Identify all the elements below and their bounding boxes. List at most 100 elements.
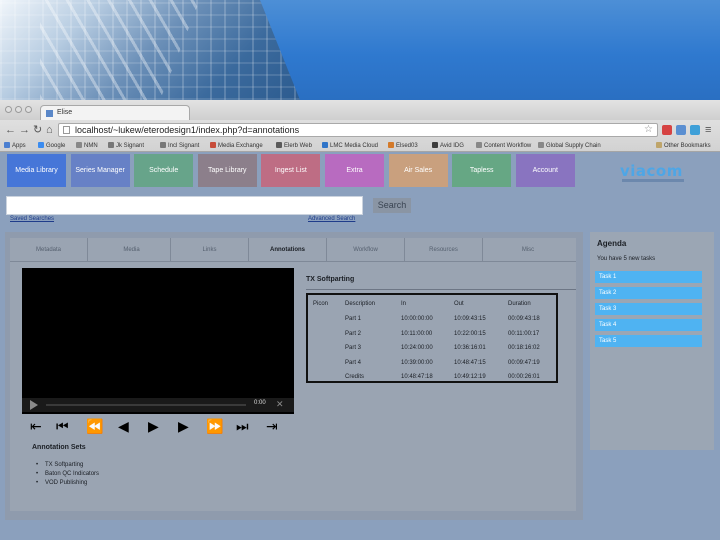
bookmark-icon — [476, 142, 482, 148]
nav-tab-extra[interactable]: Extra — [325, 154, 384, 187]
nav-tab-schedule[interactable]: Schedule — [134, 154, 194, 187]
bookmark-icon — [160, 142, 166, 148]
bookmark-icon — [276, 142, 282, 148]
content-panel: Metadata Media Links Annotations Workflo… — [10, 238, 576, 511]
detail-tabs: Metadata Media Links Annotations Workflo… — [10, 238, 576, 262]
tab-annotations[interactable]: Annotations — [249, 238, 327, 262]
agenda-task-item[interactable]: Task 1 — [595, 271, 702, 283]
minimize-window-button[interactable] — [15, 106, 22, 113]
next-segment-icon[interactable]: ⏭ — [236, 418, 249, 434]
agenda-title: Agenda — [597, 239, 627, 248]
table-row[interactable]: Part 4 10:39:00:00 10:48:47:15 00:09:47:19 — [310, 356, 555, 371]
bookmark-item[interactable]: Incl Signant — [160, 142, 199, 149]
bookmark-item[interactable]: Global Supply Chain — [538, 142, 601, 149]
bookmarks-bar: Apps Google NMN Jk Signant Incl Signant … — [0, 139, 720, 152]
agenda-task-item[interactable]: Task 5 — [595, 335, 702, 347]
mute-icon[interactable]: ✕ — [276, 399, 284, 410]
tab-resources[interactable]: Resources — [405, 238, 483, 262]
apps-icon — [4, 142, 10, 148]
search-button[interactable]: Search — [373, 198, 411, 213]
annotation-set-item[interactable]: TX Softparting — [36, 462, 99, 471]
bookmark-item[interactable]: Elerb Web — [276, 142, 312, 149]
agenda-task-item[interactable]: Task 2 — [595, 287, 702, 299]
browser-tab[interactable]: Elise — [40, 105, 190, 120]
table-row[interactable]: Part 3 10:24:00:00 10:36:16:01 00:18:16:02 — [310, 341, 555, 356]
bookmark-item[interactable]: Elsed03 — [388, 142, 418, 149]
bookmark-item[interactable]: Content Workflow — [476, 142, 531, 149]
close-window-button[interactable] — [5, 106, 12, 113]
annotation-sets-list: TX Softparting Baton QC Indicators VOD P… — [36, 462, 99, 489]
browser-nav-row: ← → ↻ ⌂ localhost/~lukew/eterodesign1/in… — [0, 121, 720, 139]
agenda-task-item[interactable]: Task 4 — [595, 319, 702, 331]
annotation-set-item[interactable]: Baton QC Indicators — [36, 471, 99, 480]
back-arrow-icon[interactable]: ← — [5, 124, 16, 136]
tab-metadata[interactable]: Metadata — [10, 238, 88, 262]
skip-to-end-icon[interactable]: ⇥ — [266, 418, 278, 434]
nav-tab-account[interactable]: Account — [515, 154, 575, 187]
address-bar[interactable]: localhost/~lukew/eterodesign1/index.php?… — [58, 123, 658, 137]
google-icon — [38, 142, 44, 148]
table-row[interactable]: Part 2 10:11:00:00 10:22:00:15 00:11:00:17 — [310, 327, 555, 342]
nav-tab-tapless[interactable]: Tapless — [452, 154, 512, 187]
header-photo — [0, 0, 720, 100]
annotation-set-item[interactable]: VOD Publishing — [36, 480, 99, 489]
bookmark-icon — [388, 142, 394, 148]
bookmark-item[interactable]: Avid IDG — [432, 142, 464, 149]
extension-icon[interactable] — [676, 125, 686, 135]
nav-tab-air-sales[interactable]: Air Sales — [388, 154, 448, 187]
skip-to-start-icon[interactable]: ⇤ — [30, 418, 42, 434]
bookmark-icon — [322, 142, 328, 148]
tab-media[interactable]: Media — [93, 238, 171, 262]
agenda-task-item[interactable]: Task 3 — [595, 303, 702, 315]
bookmark-icon — [538, 142, 544, 148]
favicon-icon — [46, 110, 53, 117]
download-icon[interactable] — [690, 125, 700, 135]
saved-searches-link[interactable]: Saved Searches — [10, 216, 54, 222]
browser-window-chrome: Elise ← → ↻ ⌂ localhost/~lukew/eterodesi… — [0, 100, 720, 152]
table-header-row: Picon Description In Out Duration — [310, 296, 555, 312]
video-progress-bar[interactable] — [46, 404, 246, 406]
bookmark-item[interactable]: Media Exchange — [210, 142, 263, 149]
nav-tab-ingest-list[interactable]: Ingest List — [261, 154, 321, 187]
table-row[interactable]: Credits 10:48:47:18 10:49:12:19 00:00:26:01 — [310, 370, 555, 385]
tab-workflow[interactable]: Workflow — [327, 238, 405, 262]
tab-misc[interactable]: Misc — [489, 238, 567, 262]
column-header: Duration — [508, 301, 531, 307]
step-back-icon[interactable]: ◀ — [118, 418, 129, 434]
table-row[interactable]: Part 1 10:00:00:00 10:09:43:15 00:09:43:18 — [310, 312, 555, 327]
forward-arrow-icon[interactable]: → — [19, 124, 30, 136]
tab-links[interactable]: Links — [171, 238, 249, 262]
play-icon[interactable] — [30, 400, 38, 410]
reload-icon[interactable]: ↻ — [33, 124, 42, 136]
previous-segment-icon[interactable]: ⏮ — [56, 418, 69, 434]
bookmark-item[interactable]: Apps — [4, 142, 26, 149]
video-player[interactable] — [22, 268, 294, 414]
address-bar-url: localhost/~lukew/eterodesign1/index.php?… — [75, 125, 300, 135]
bookmark-icon — [210, 142, 216, 148]
nav-tab-series-manager[interactable]: Series Manager — [70, 154, 130, 187]
menu-wrench-icon[interactable]: ≡ — [705, 124, 711, 136]
column-header: Out — [454, 301, 464, 307]
bookmark-item[interactable]: LMC Media Cloud — [322, 142, 378, 149]
step-forward-icon[interactable]: ▶ — [178, 418, 189, 434]
bookmark-item[interactable]: NMN — [76, 142, 98, 149]
nav-tab-tape-library[interactable]: Tape Library — [197, 154, 257, 187]
advanced-search-link[interactable]: Advanced Search — [308, 216, 355, 222]
gmail-extension-icon[interactable] — [662, 125, 672, 135]
bookmark-item[interactable]: Google — [38, 142, 65, 149]
bookmark-star-icon[interactable]: ☆ — [644, 124, 653, 135]
bookmark-item[interactable]: Other Bookmarks — [656, 142, 711, 149]
rewind-icon[interactable]: ⏪ — [86, 418, 103, 434]
maximize-window-button[interactable] — [25, 106, 32, 113]
nav-tab-media-library[interactable]: Media Library — [7, 154, 66, 187]
column-header: Picon — [313, 301, 329, 307]
search-input[interactable] — [6, 196, 363, 215]
fast-forward-icon[interactable]: ⏩ — [206, 418, 223, 434]
segments-title: TX Softparting — [306, 276, 355, 283]
folder-icon — [76, 142, 82, 148]
bookmark-item[interactable]: Jk Signant — [108, 142, 144, 149]
home-icon[interactable]: ⌂ — [46, 124, 53, 136]
viacom-logo: viacom — [620, 162, 683, 180]
agenda-subtitle: You have 5 new tasks — [597, 256, 656, 262]
play-icon[interactable]: ▶ — [148, 418, 159, 434]
